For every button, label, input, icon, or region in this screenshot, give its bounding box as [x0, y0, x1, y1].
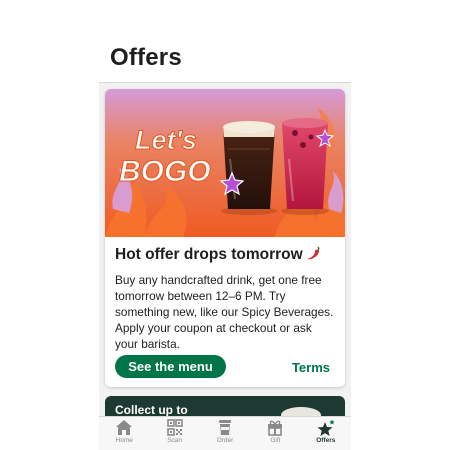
bottom-tab-bar: Home Scan Order Gift Offers	[99, 416, 351, 450]
tab-home[interactable]: Home	[99, 417, 149, 450]
tab-order[interactable]: Order	[200, 417, 250, 450]
page-title: Offers	[110, 44, 182, 71]
hero-text-lets: Let's	[135, 125, 197, 155]
see-the-menu-button[interactable]: See the menu	[115, 355, 226, 378]
rewards-card-title: Collect up to	[115, 403, 188, 417]
star-icon	[317, 419, 335, 436]
tab-offers-label: Offers	[316, 437, 336, 444]
tab-gift[interactable]: Gift	[250, 417, 300, 450]
hero-text-bogo: BOGO	[119, 155, 211, 188]
refresher-cup	[281, 118, 329, 215]
tab-scan[interactable]: Scan	[149, 417, 199, 450]
tab-offers[interactable]: Offers	[301, 417, 351, 450]
tab-gift-label: Gift	[270, 437, 281, 444]
offer-title-text: Hot offer drops tomorrow	[115, 246, 303, 263]
tab-order-label: Order	[216, 437, 234, 444]
qr-code-icon	[166, 419, 183, 436]
offer-card[interactable]: Let's BOGO Hot offer drops tomorrow Buy …	[105, 89, 345, 387]
terms-link[interactable]: Terms	[292, 360, 330, 375]
home-icon	[116, 420, 133, 435]
iced-coffee-cup	[221, 121, 277, 215]
tab-home-label: Home	[115, 437, 133, 444]
offer-hero-image: Let's BOGO	[105, 89, 345, 237]
tab-scan-label: Scan	[167, 437, 183, 444]
header: Offers	[99, 0, 351, 83]
cup-icon	[219, 420, 232, 435]
app-screen: Offers Let's BOGO Hot offer drops tomorr…	[99, 0, 351, 450]
gift-icon	[268, 420, 283, 436]
offer-card-body: Hot offer drops tomorrow Buy any handcra…	[115, 245, 337, 352]
offer-description: Buy any handcrafted drink, get one free …	[115, 273, 334, 351]
offer-title: Hot offer drops tomorrow	[115, 245, 337, 265]
chili-pepper-icon	[306, 246, 320, 260]
